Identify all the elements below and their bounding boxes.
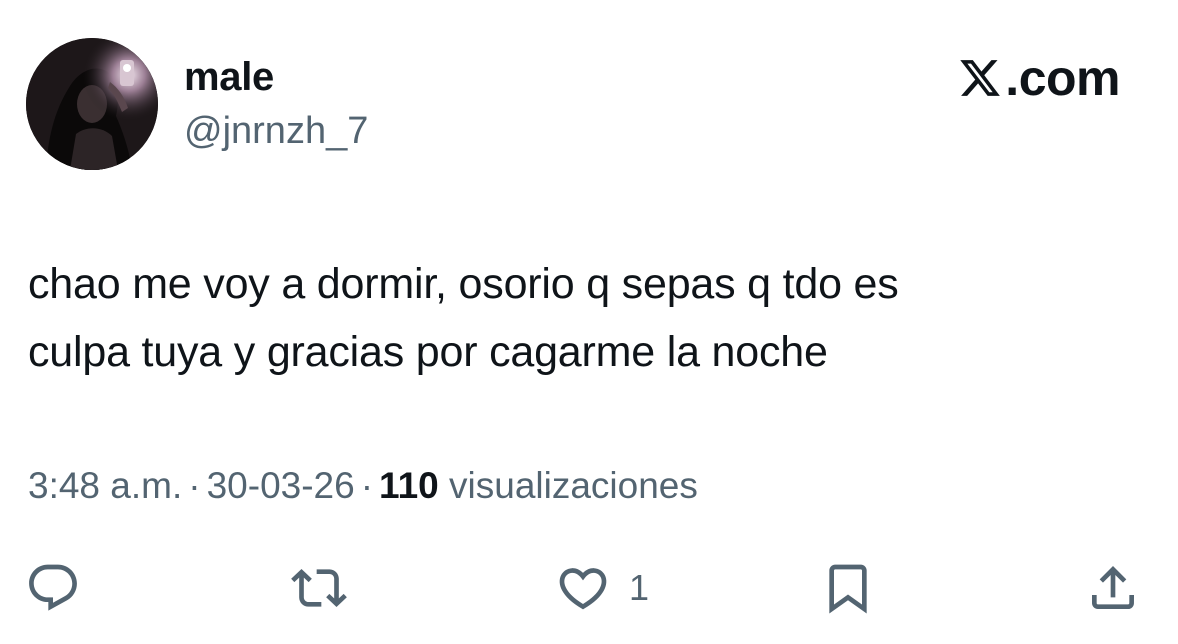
author-handle[interactable]: @jnrnzh_7 [184, 109, 368, 153]
bookmark-icon [829, 564, 867, 614]
bookmark-button[interactable] [820, 560, 876, 616]
meta-separator: · [360, 465, 374, 506]
avatar[interactable] [26, 38, 158, 170]
avatar-photo [26, 38, 158, 170]
retweet-button[interactable] [291, 560, 347, 616]
brand-domain: .com [1005, 50, 1120, 106]
like-count: 1 [629, 567, 650, 608]
views-label: visualizaciones [449, 465, 698, 506]
action-bar: 1 [0, 560, 1178, 616]
tweet-time[interactable]: 3:48 a.m. [28, 465, 182, 506]
views-count: 110 [379, 465, 439, 506]
tweet-text-line: culpa tuya y gracias por cagarme la noch… [28, 328, 828, 376]
reply-icon [29, 564, 77, 611]
share-button[interactable] [1085, 560, 1141, 616]
tweet-text-line: chao me voy a dormir, osorio q sepas q t… [28, 260, 899, 308]
x-logo-icon [960, 60, 1001, 96]
brand-logo: .com [958, 50, 1120, 106]
share-icon [1092, 566, 1134, 609]
retweet-icon [291, 569, 347, 607]
like-button[interactable]: 1 [555, 560, 649, 616]
tweet-meta: 3:48 a.m. · 30-03-26 · 110 visualizaciones [28, 462, 698, 510]
author-display-name[interactable]: male [184, 54, 274, 100]
reply-button[interactable] [25, 560, 81, 616]
heart-icon [559, 568, 607, 610]
tweet-date[interactable]: 30-03-26 [207, 465, 355, 506]
tweet-text: chao me voy a dormir, osorio q sepas q t… [28, 250, 1128, 386]
meta-separator: · [188, 465, 201, 506]
